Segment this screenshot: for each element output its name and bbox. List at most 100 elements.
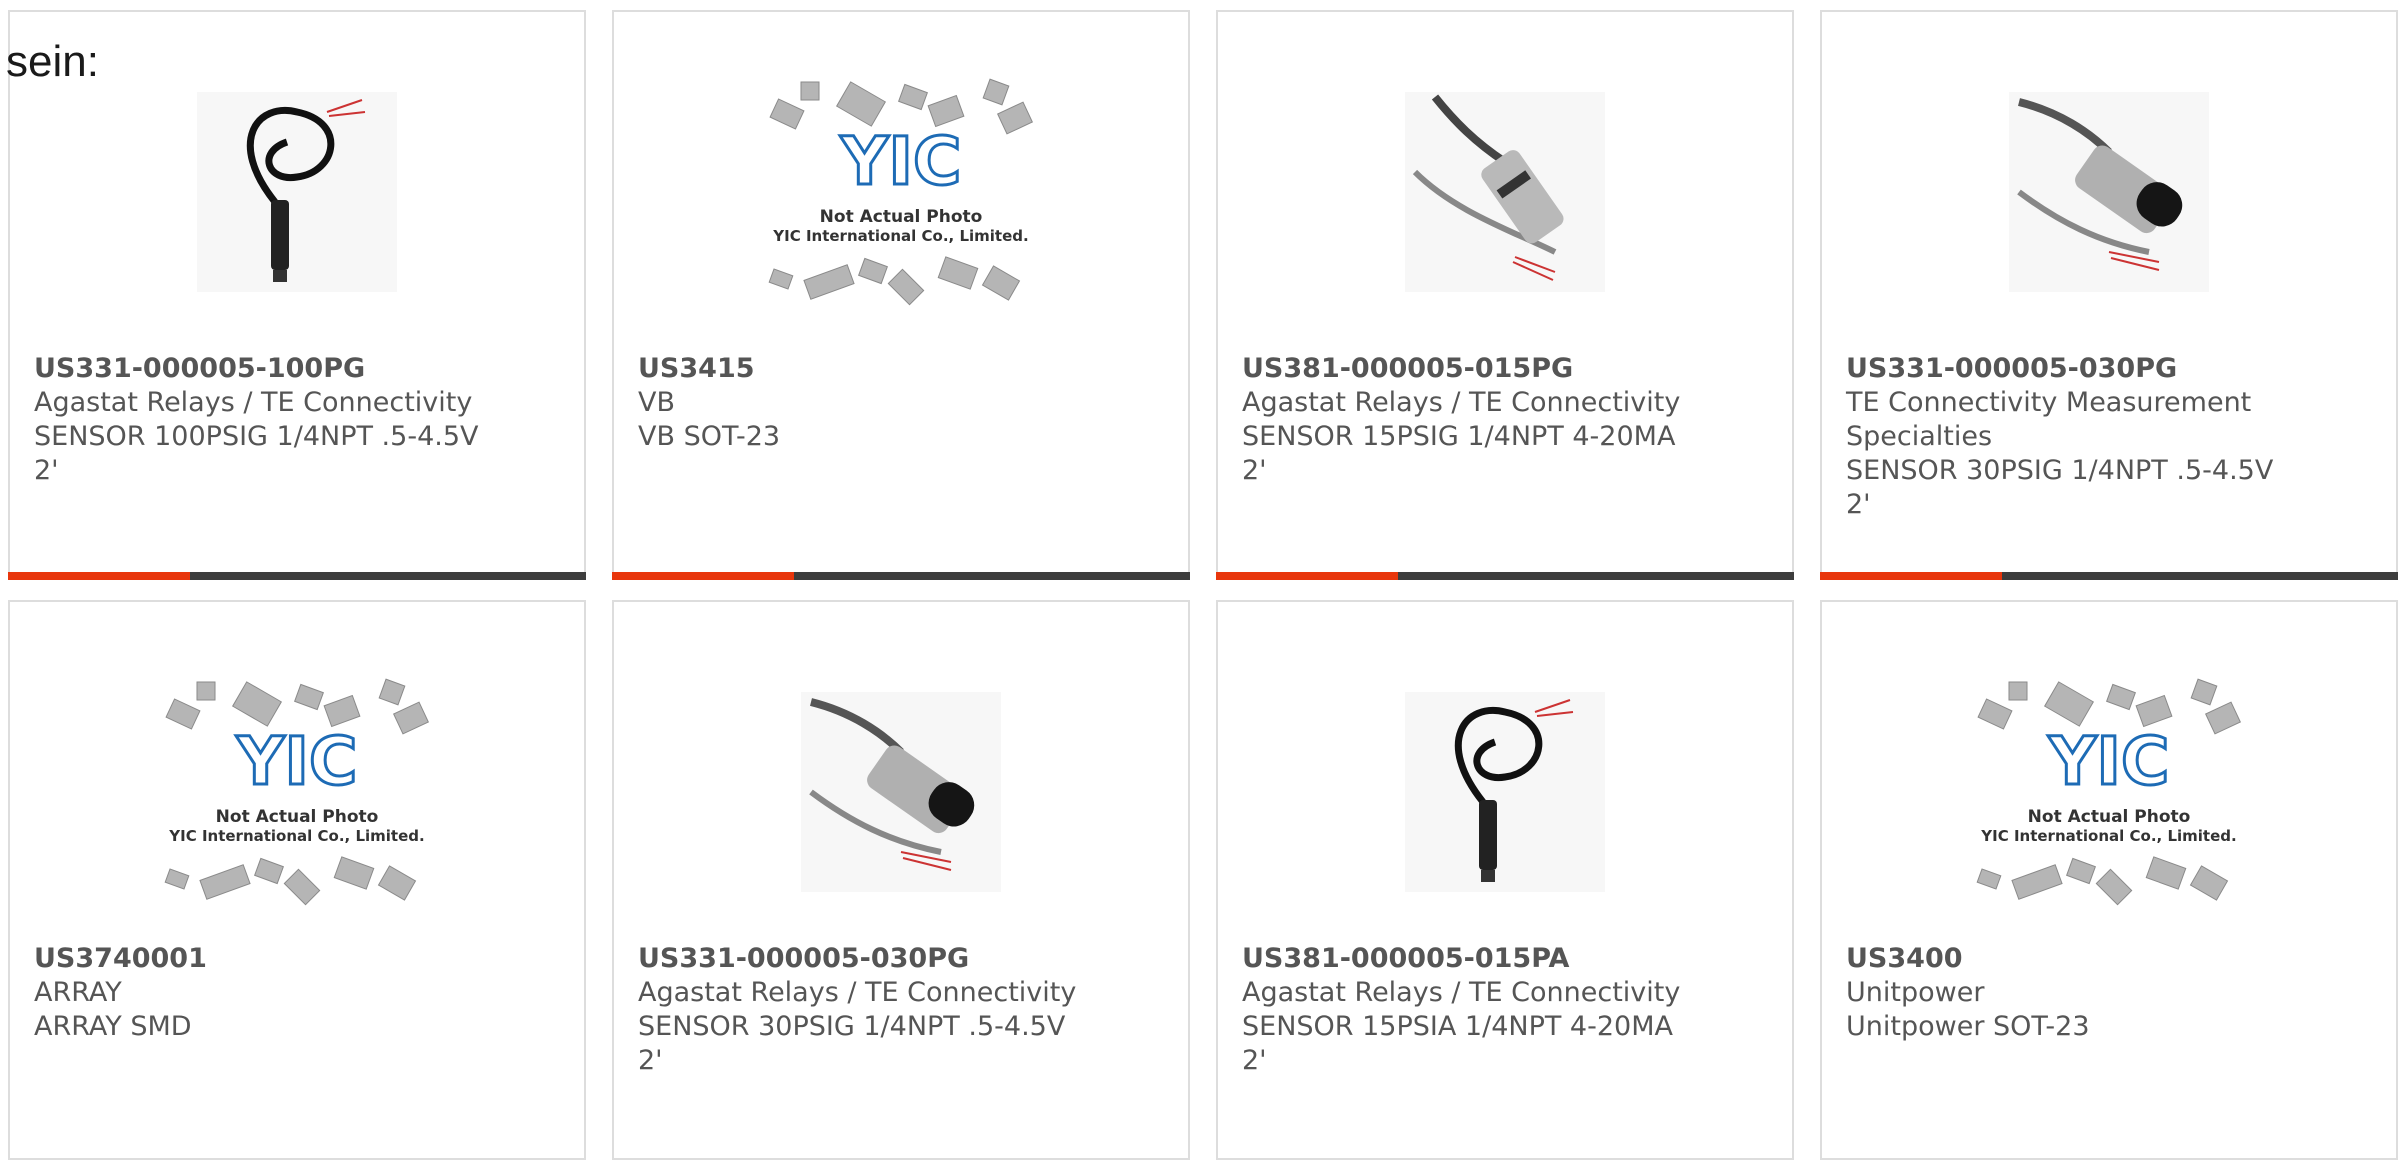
chip-icon [982, 78, 1010, 106]
product-info: US381-000005-015PA Agastat Relays / TE Co… [1242, 942, 1772, 1078]
chip-icon [2095, 868, 2133, 906]
chip-icon [858, 257, 888, 285]
product-info: US331-000005-030PG Agastat Relays / TE Co… [638, 942, 1168, 1078]
part-number-link[interactable]: US331-000005-030PG [1846, 352, 2376, 386]
part-number-link[interactable]: US331-000005-100PG [34, 352, 564, 386]
sensor-angled-icon [2009, 92, 2209, 292]
part-number-link[interactable]: US331-000005-030PG [638, 942, 1168, 976]
placeholder-image: YIC Not Actual PhotoYIC International Co.… [164, 678, 430, 906]
placeholder-company: YIC International Co., Limited. [1980, 827, 2236, 845]
chip-icon [927, 94, 965, 128]
chip-icon [2189, 865, 2229, 901]
product-card[interactable]: US331-000005-030PG TE Connectivity Measur… [1820, 10, 2398, 580]
description: SENSOR 100PSIG 1/4NPT .5-4.5V [34, 421, 479, 452]
placeholder-caption: Not Actual Photo [216, 807, 379, 827]
description-extra: 2' [638, 1045, 663, 1076]
chip-icon [800, 81, 820, 101]
chip-icon [2145, 856, 2187, 890]
part-number-link[interactable]: US381-000005-015PG [1242, 352, 1772, 386]
manufacturer: TE Connectivity Measurement Specialties [1846, 387, 2252, 452]
product-image[interactable] [1822, 72, 2396, 312]
product-card[interactable]: US381-000005-015PA Agastat Relays / TE Co… [1216, 600, 1794, 1160]
chip-icon [392, 701, 430, 735]
chip-icon [898, 83, 928, 111]
chip-icon [803, 264, 855, 300]
placeholder-caption: Not Actual Photo [820, 207, 983, 227]
yic-logo: YIC [2048, 723, 2170, 800]
chip-icon [937, 256, 979, 290]
placeholder-company: YIC International Co., Limited. [168, 827, 424, 845]
card-footer-bar [8, 572, 586, 580]
part-number-link[interactable]: US3400 [1846, 942, 2376, 976]
product-info: US3740001 ARRAY ARRAY SMD [34, 942, 564, 1044]
product-info: US3400 Unitpower Unitpower SOT-23 [1846, 942, 2376, 1044]
product-image[interactable] [10, 72, 584, 312]
sensor-coiled-icon [197, 92, 397, 292]
manufacturer: Agastat Relays / TE Connectivity [1242, 977, 1681, 1008]
description-extra: 2' [1242, 1045, 1267, 1076]
manufacturer: Agastat Relays / TE Connectivity [638, 977, 1077, 1008]
product-image[interactable] [1218, 72, 1792, 312]
product-card[interactable]: US381-000005-015PG Agastat Relays / TE Co… [1216, 10, 1794, 580]
card-accent [612, 572, 794, 580]
chip-icon [2204, 701, 2242, 735]
product-image[interactable] [1218, 672, 1792, 912]
product-image[interactable] [614, 672, 1188, 912]
placeholder-caption: Not Actual Photo [2028, 807, 2191, 827]
chip-icon [2066, 857, 2096, 885]
chip-icon [283, 868, 321, 906]
sensor-coiled-icon [1405, 692, 1605, 892]
product-info: US381-000005-015PG Agastat Relays / TE Co… [1242, 352, 1772, 488]
chip-icon [165, 698, 201, 730]
chip-icon [1976, 868, 2002, 890]
description: VB SOT-23 [638, 421, 781, 452]
chip-icon [769, 98, 805, 130]
product-card[interactable]: YIC Not Actual Photo YIC International Co.… [612, 10, 1190, 580]
chip-icon [768, 268, 794, 290]
product-card[interactable]: YIC Not Actual Photo YIC International Co.… [8, 600, 586, 1160]
product-image[interactable]: YIC Not Actual Photo YIC International Co.… [10, 672, 584, 912]
chip-icon [164, 868, 190, 890]
chip-icon [2043, 681, 2095, 727]
description: ARRAY SMD [34, 1011, 192, 1042]
chip-icon [323, 694, 361, 728]
chip-icon [378, 678, 406, 706]
chip-icon [996, 101, 1034, 135]
product-card[interactable]: US331-000005-030PG Agastat Relays / TE Co… [612, 600, 1190, 1160]
chip-icon [199, 864, 251, 900]
page-heading: sein: [6, 37, 99, 86]
product-info: US331-000005-100PG Agastat Relays / TE Co… [34, 352, 564, 488]
product-image[interactable]: YIC Not Actual Photo YIC International Co.… [614, 72, 1188, 312]
card-footer-bar [1216, 572, 1794, 580]
card-footer-bar [1820, 572, 2398, 580]
product-info: US3415 VB VB SOT-23 [638, 352, 1168, 454]
chip-icon [1977, 698, 2013, 730]
product-info: US331-000005-030PG TE Connectivity Measur… [1846, 352, 2376, 522]
chip-icon [2106, 683, 2136, 711]
placeholder-image: YIC Not Actual PhotoYIC International Co.… [1976, 678, 2242, 906]
product-card[interactable]: US331-000005-100PG Agastat Relays / TE Co… [8, 10, 586, 580]
chip-icon [835, 81, 887, 127]
product-card[interactable]: YIC Not Actual Photo YIC International Co.… [1820, 600, 2398, 1160]
card-accent [1216, 572, 1398, 580]
chip-icon [2135, 694, 2173, 728]
manufacturer: ARRAY [34, 977, 122, 1008]
description-extra: 2' [1242, 455, 1267, 486]
product-image[interactable]: YIC Not Actual Photo YIC International Co.… [1822, 672, 2396, 912]
manufacturer: Agastat Relays / TE Connectivity [1242, 387, 1681, 418]
card-accent [8, 572, 190, 580]
description: Unitpower SOT-23 [1846, 1011, 2090, 1042]
description: SENSOR 30PSIG 1/4NPT .5-4.5V [638, 1011, 1066, 1042]
chip-icon [2008, 681, 2028, 701]
chip-icon [887, 268, 925, 306]
part-number-link[interactable]: US381-000005-015PA [1242, 942, 1772, 976]
part-number-link[interactable]: US3415 [638, 352, 1168, 386]
chip-icon [196, 681, 216, 701]
chip-icon [231, 681, 283, 727]
yic-logo: YIC [840, 123, 962, 200]
chip-icon [294, 683, 324, 711]
description: SENSOR 15PSIA 1/4NPT 4-20MA [1242, 1011, 1673, 1042]
placeholder-company: YIC International Co., Limited. [772, 227, 1028, 245]
part-number-link[interactable]: US3740001 [34, 942, 564, 976]
manufacturer: VB [638, 387, 675, 418]
